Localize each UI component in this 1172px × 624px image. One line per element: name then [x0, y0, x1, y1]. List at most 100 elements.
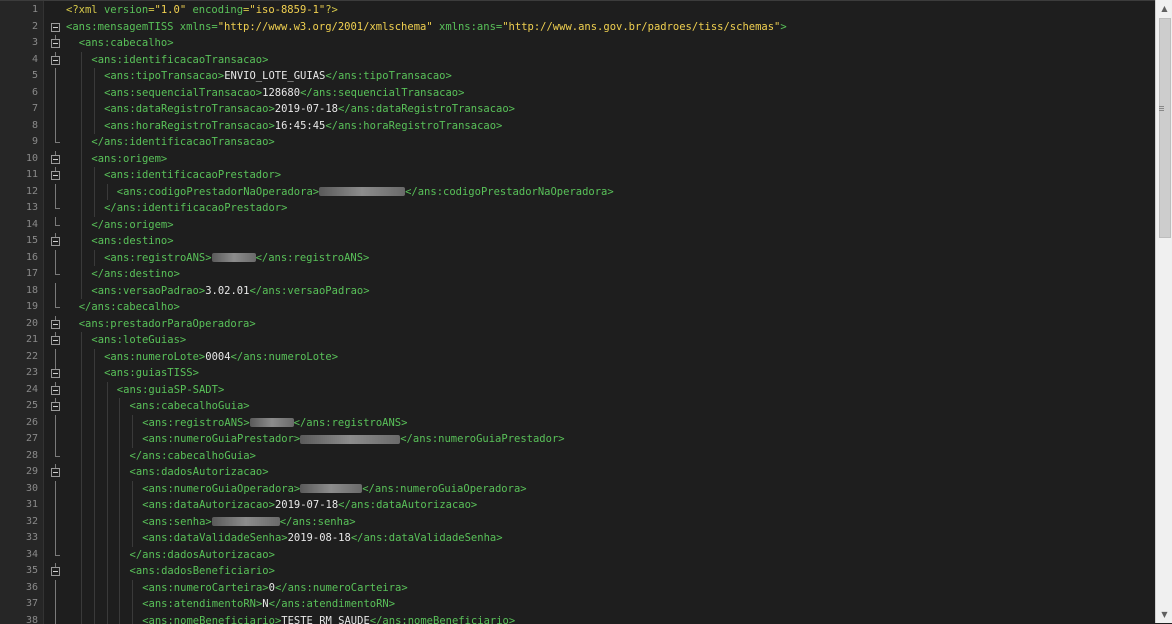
code-text[interactable]: <ans:senha></ans:senha>: [142, 514, 355, 531]
fold-toggle-icon[interactable]: [50, 365, 62, 382]
code-text[interactable]: <ans:numeroLote>0004</ans:numeroLote>: [104, 349, 338, 366]
code-text[interactable]: <ans:dataRegistroTransacao>2019-07-18</a…: [104, 101, 515, 118]
code-line[interactable]: 13</ans:identificacaoPrestador>: [0, 200, 1155, 217]
code-line[interactable]: 31<ans:dataAutorizacao>2019-07-18</ans:d…: [0, 497, 1155, 514]
code-line[interactable]: 2<ans:mensagemTISS xmlns="http://www.w3.…: [0, 19, 1155, 36]
code-line[interactable]: 28</ans:cabecalhoGuia>: [0, 448, 1155, 465]
code-text[interactable]: <ans:dadosAutorizacao>: [130, 464, 269, 481]
fold-toggle-icon[interactable]: [50, 563, 62, 580]
code-text[interactable]: <ans:destino>: [91, 233, 173, 250]
arrow-down-icon[interactable]: ▼: [1156, 606, 1172, 623]
indent-guide: [94, 85, 95, 102]
code-text[interactable]: <ans:numeroGuiaOperadora></ans:numeroGui…: [142, 481, 526, 498]
code-text[interactable]: <ans:cabecalho>: [79, 35, 174, 52]
code-text[interactable]: <ans:mensagemTISS xmlns="http://www.w3.o…: [66, 19, 787, 36]
code-line[interactable]: 38<ans:nomeBeneficiario>TESTE RM SAUDE</…: [0, 613, 1155, 624]
code-text[interactable]: <ans:codigoPrestadorNaOperadora></ans:co…: [117, 184, 614, 201]
code-text[interactable]: <ans:origem>: [91, 151, 167, 168]
code-line[interactable]: 24<ans:guiaSP-SADT>: [0, 382, 1155, 399]
code-line[interactable]: 10<ans:origem>: [0, 151, 1155, 168]
vertical-scrollbar[interactable]: ▲ ▼: [1155, 0, 1172, 623]
fold-toggle-icon[interactable]: [50, 398, 62, 415]
code-text[interactable]: </ans:destino>: [91, 266, 180, 283]
code-line[interactable]: 30<ans:numeroGuiaOperadora></ans:numeroG…: [0, 481, 1155, 498]
code-text[interactable]: <ans:sequencialTransacao>128680</ans:seq…: [104, 85, 464, 102]
code-text[interactable]: </ans:origem>: [91, 217, 173, 234]
code-line[interactable]: 27<ans:numeroGuiaPrestador></ans:numeroG…: [0, 431, 1155, 448]
fold-toggle-icon[interactable]: [50, 464, 62, 481]
code-text[interactable]: <ans:numeroGuiaPrestador></ans:numeroGui…: [142, 431, 564, 448]
code-text[interactable]: <ans:registroANS></ans:registroANS>: [142, 415, 407, 432]
code-text[interactable]: <ans:loteGuias>: [91, 332, 186, 349]
code-line[interactable]: 19</ans:cabecalho>: [0, 299, 1155, 316]
fold-toggle-icon[interactable]: [50, 151, 62, 168]
code-line[interactable]: 20<ans:prestadorParaOperadora>: [0, 316, 1155, 333]
code-line[interactable]: 1<?xml version="1.0" encoding="iso-8859-…: [0, 2, 1155, 19]
code-text[interactable]: <ans:atendimentoRN>N</ans:atendimentoRN>: [142, 596, 395, 613]
fold-toggle-icon[interactable]: [50, 52, 62, 69]
code-text[interactable]: <ans:dadosBeneficiario>: [130, 563, 275, 580]
code-line[interactable]: 29<ans:dadosAutorizacao>: [0, 464, 1155, 481]
indent-guide: [132, 596, 133, 613]
fold-toggle-icon[interactable]: [50, 382, 62, 399]
code-text[interactable]: <ans:identificacaoTransacao>: [91, 52, 268, 69]
code-line[interactable]: 8<ans:horaRegistroTransacao>16:45:45</an…: [0, 118, 1155, 135]
code-line[interactable]: 23<ans:guiasTISS>: [0, 365, 1155, 382]
code-line[interactable]: 16<ans:registroANS></ans:registroANS>: [0, 250, 1155, 267]
code-text[interactable]: </ans:identificacaoPrestador>: [104, 200, 287, 217]
xml-tag: <ans:guiaSP-SADT>: [117, 384, 224, 396]
code-text[interactable]: </ans:identificacaoTransacao>: [91, 134, 274, 151]
code-line[interactable]: 32<ans:senha></ans:senha>: [0, 514, 1155, 531]
code-line[interactable]: 7 <ans:dataRegistroTransacao>2019-07-18</…: [0, 101, 1155, 118]
code-line[interactable]: 33<ans:dataValidadeSenha>2019-08-18</ans…: [0, 530, 1155, 547]
code-text[interactable]: </ans:dadosAutorizacao>: [130, 547, 275, 564]
code-text[interactable]: <ans:guiasTISS>: [104, 365, 199, 382]
code-text[interactable]: <ans:dataAutorizacao>2019-07-18</ans:dat…: [142, 497, 477, 514]
code-line[interactable]: 5<ans:tipoTransacao>ENVIO_LOTE_GUIAS</an…: [0, 68, 1155, 85]
code-line[interactable]: 17</ans:destino>: [0, 266, 1155, 283]
code-text[interactable]: </ans:cabecalho>: [79, 299, 180, 316]
code-text[interactable]: <ans:cabecalhoGuia>: [130, 398, 250, 415]
code-text[interactable]: <ans:guiaSP-SADT>: [117, 382, 224, 399]
code-line[interactable]: 4<ans:identificacaoTransacao>: [0, 52, 1155, 69]
fold-toggle-icon[interactable]: [50, 316, 62, 333]
code-line[interactable]: 6<ans:sequencialTransacao>128680</ans:se…: [0, 85, 1155, 102]
code-text[interactable]: <?xml version="1.0" encoding="iso-8859-1…: [66, 2, 338, 19]
attribute-name: version: [104, 4, 148, 16]
code-text[interactable]: <ans:versaoPadrao>3.02.01</ans:versaoPad…: [91, 283, 369, 300]
code-line[interactable]: 36<ans:numeroCarteira>0</ans:numeroCarte…: [0, 580, 1155, 597]
code-text[interactable]: <ans:dataValidadeSenha>2019-08-18</ans:d…: [142, 530, 502, 547]
code-line[interactable]: 21<ans:loteGuias>: [0, 332, 1155, 349]
code-text[interactable]: </ans:cabecalhoGuia>: [130, 448, 256, 465]
code-line[interactable]: 35 <ans:dadosBeneficiario>: [0, 563, 1155, 580]
scrollbar-thumb[interactable]: [1159, 18, 1171, 238]
fold-toggle-icon[interactable]: [50, 35, 62, 52]
code-line[interactable]: 26<ans:registroANS></ans:registroANS>: [0, 415, 1155, 432]
code-text[interactable]: <ans:registroANS></ans:registroANS>: [104, 250, 369, 267]
arrow-up-icon[interactable]: ▲: [1156, 0, 1172, 17]
code-text[interactable]: <ans:nomeBeneficiario>TESTE RM SAUDE</an…: [142, 613, 515, 624]
code-text[interactable]: <ans:numeroCarteira>0</ans:numeroCarteir…: [142, 580, 408, 597]
code-line[interactable]: 14</ans:origem>: [0, 217, 1155, 234]
code-line[interactable]: 22<ans:numeroLote>0004</ans:numeroLote>: [0, 349, 1155, 366]
code-line[interactable]: 11<ans:identificacaoPrestador>: [0, 167, 1155, 184]
code-line[interactable]: 9</ans:identificacaoTransacao>: [0, 134, 1155, 151]
line-number: 35: [0, 563, 38, 580]
code-line[interactable]: 25<ans:cabecalhoGuia>: [0, 398, 1155, 415]
code-line[interactable]: 3<ans:cabecalho>: [0, 35, 1155, 52]
code-line[interactable]: 12<ans:codigoPrestadorNaOperadora></ans:…: [0, 184, 1155, 201]
fold-toggle-icon[interactable]: [50, 332, 62, 349]
code-line[interactable]: 37<ans:atendimentoRN>N</ans:atendimentoR…: [0, 596, 1155, 613]
code-text[interactable]: <ans:horaRegistroTransacao>16:45:45</ans…: [104, 118, 502, 135]
code-text[interactable]: <ans:prestadorParaOperadora>: [79, 316, 256, 333]
code-line[interactable]: 18<ans:versaoPadrao>3.02.01</ans:versaoP…: [0, 283, 1155, 300]
fold-toggle-icon[interactable]: [50, 167, 62, 184]
code-text[interactable]: <ans:tipoTransacao>ENVIO_LOTE_GUIAS</ans…: [104, 68, 452, 85]
fold-toggle-icon[interactable]: [50, 19, 62, 36]
code-line[interactable]: 34</ans:dadosAutorizacao>: [0, 547, 1155, 564]
fold-toggle-icon[interactable]: [50, 233, 62, 250]
code-editor[interactable]: 1<?xml version="1.0" encoding="iso-8859-…: [0, 0, 1155, 624]
line-number: 7: [0, 101, 38, 118]
code-line[interactable]: 15<ans:destino>: [0, 233, 1155, 250]
code-text[interactable]: <ans:identificacaoPrestador>: [104, 167, 281, 184]
